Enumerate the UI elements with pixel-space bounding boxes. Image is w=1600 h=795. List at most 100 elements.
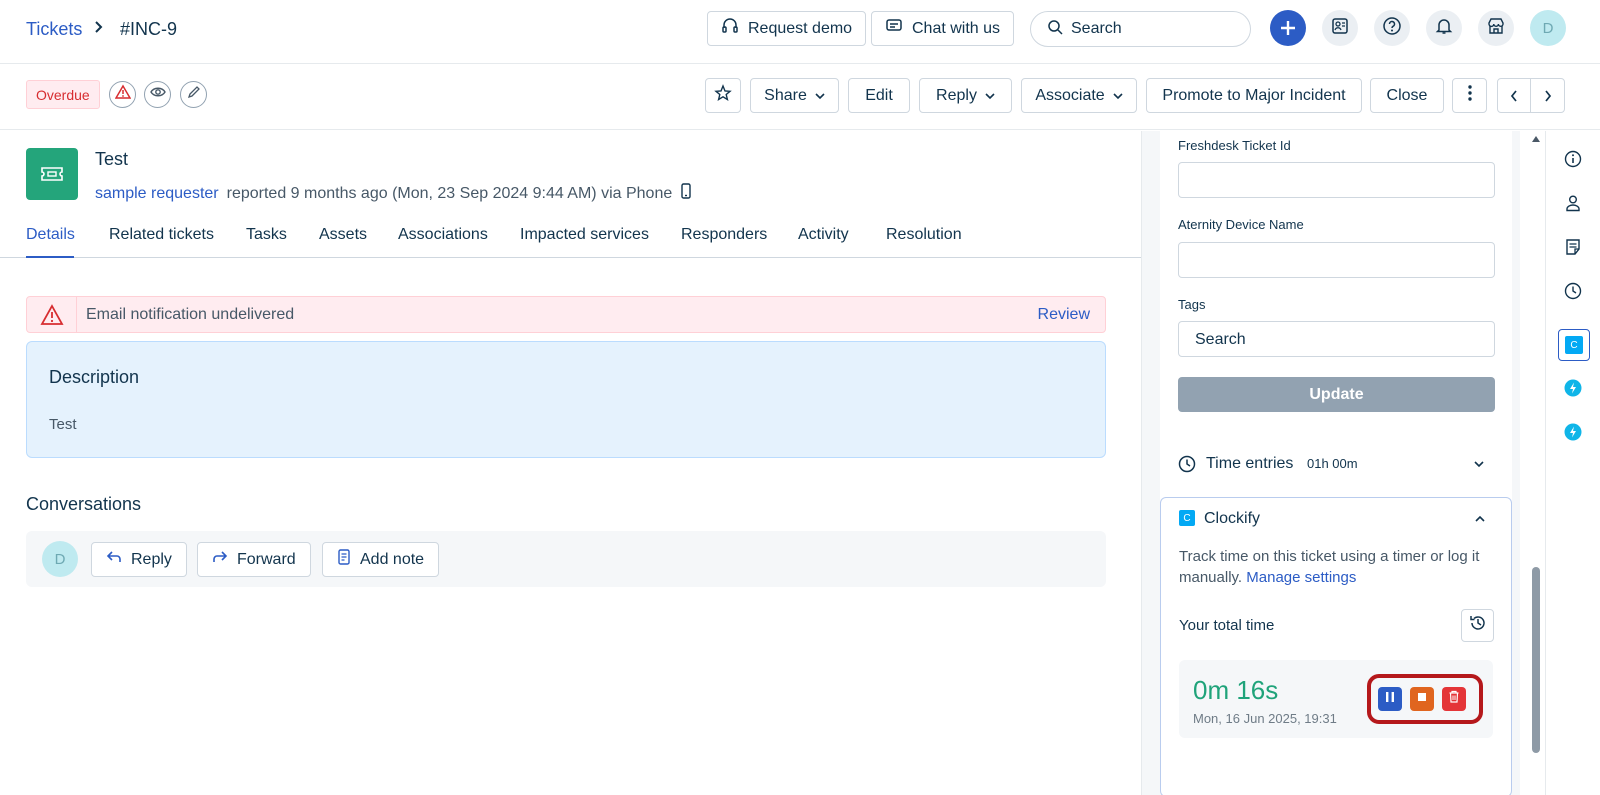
- rail-notes-button[interactable]: [1560, 236, 1586, 262]
- trash-icon: [1448, 690, 1460, 708]
- alert-warning-icon: [27, 297, 77, 332]
- conversation-add-note-label: Add note: [360, 550, 425, 568]
- overdue-badge: Overdue: [26, 80, 100, 109]
- notepad-icon: [1564, 238, 1582, 261]
- id-card-icon: [1330, 16, 1350, 41]
- tab-related-tickets[interactable]: Related tickets: [109, 226, 214, 244]
- tab-associations[interactable]: Associations: [398, 226, 488, 244]
- aternity-device-name-input[interactable]: [1178, 242, 1495, 278]
- properties-scrollbar[interactable]: [1527, 131, 1545, 795]
- history-clock-icon: [1468, 613, 1488, 638]
- description-title: Description: [49, 367, 140, 387]
- requester-link[interactable]: sample requester: [95, 185, 219, 203]
- previous-ticket-button[interactable]: [1498, 79, 1532, 112]
- manage-settings-link[interactable]: Manage settings: [1246, 569, 1356, 586]
- chevron-down-icon: [985, 87, 995, 105]
- tags-search-input[interactable]: Search: [1178, 321, 1495, 357]
- breadcrumb-chevron-icon: [94, 18, 104, 39]
- pencil-icon: [187, 85, 201, 104]
- time-entries-total: 01h 00m: [1307, 456, 1358, 471]
- time-entries-card[interactable]: Time entries 01h 00m: [1160, 440, 1512, 487]
- ticket-type-icon: [26, 148, 78, 200]
- reply-arrow-icon: [106, 550, 122, 569]
- scroll-up-arrow-icon: [1532, 136, 1540, 142]
- conversations-title: Conversations: [26, 494, 142, 514]
- eye-icon: [149, 84, 166, 105]
- pause-timer-button[interactable]: [1378, 687, 1402, 711]
- chevron-left-icon: [1510, 89, 1517, 102]
- tab-impacted-services[interactable]: Impacted services: [520, 226, 649, 244]
- edit-pencil-button[interactable]: [180, 81, 207, 108]
- chat-with-us-label: Chat with us: [912, 19, 1001, 37]
- total-time-label: Your total time: [1179, 617, 1275, 634]
- stop-icon: [1416, 690, 1428, 708]
- global-search-input[interactable]: Search: [1030, 11, 1251, 47]
- share-dropdown-button[interactable]: Share: [750, 78, 839, 113]
- user-avatar[interactable]: D: [1530, 10, 1566, 46]
- alert-review-link[interactable]: Review: [1038, 306, 1090, 324]
- notifications-button[interactable]: [1426, 10, 1462, 46]
- edit-label: Edit: [865, 86, 893, 104]
- watch-button[interactable]: [144, 81, 171, 108]
- person-icon: [1564, 194, 1582, 217]
- breadcrumb-current: #INC-9: [120, 19, 178, 39]
- rail-info-button[interactable]: [1560, 148, 1586, 174]
- tab-responders[interactable]: Responders: [681, 226, 767, 244]
- chevron-right-icon: [1544, 89, 1551, 102]
- conversation-add-note-button[interactable]: Add note: [322, 542, 440, 577]
- scroll-thumb[interactable]: [1532, 567, 1540, 753]
- freshdesk-ticket-id-input[interactable]: [1178, 162, 1495, 198]
- share-label: Share: [764, 86, 807, 104]
- tab-details[interactable]: Details: [26, 226, 75, 244]
- close-ticket-button[interactable]: Close: [1370, 78, 1444, 113]
- rail-clockify-button[interactable]: C: [1558, 329, 1590, 361]
- freshdesk-ticket-id-label: Freshdesk Ticket Id: [1178, 138, 1291, 153]
- more-actions-button[interactable]: [1452, 78, 1487, 113]
- reply-dropdown-button[interactable]: Reply: [919, 78, 1012, 113]
- tab-assets[interactable]: Assets: [319, 226, 367, 244]
- tab-resolution[interactable]: Resolution: [886, 226, 962, 244]
- favorite-button[interactable]: [705, 78, 741, 113]
- rail-time-button[interactable]: [1560, 280, 1586, 306]
- conversation-actions-bar: D Reply Forward Add note: [26, 531, 1106, 587]
- update-button[interactable]: Update: [1178, 377, 1495, 412]
- conversation-forward-button[interactable]: Forward: [197, 542, 311, 577]
- tab-tasks[interactable]: Tasks: [246, 226, 287, 244]
- bell-icon: [1434, 16, 1454, 41]
- help-button[interactable]: [1374, 10, 1410, 46]
- request-demo-label: Request demo: [748, 19, 853, 37]
- marketplace-button[interactable]: [1478, 10, 1514, 46]
- conversation-reply-label: Reply: [131, 550, 172, 568]
- pause-icon: [1384, 690, 1396, 708]
- top-bar: Tickets #INC-9 Request demo Chat with us…: [0, 0, 1600, 64]
- associate-dropdown-button[interactable]: Associate: [1021, 78, 1137, 113]
- stop-timer-button[interactable]: [1410, 687, 1434, 711]
- rail-app-one-button[interactable]: [1560, 377, 1586, 403]
- priority-warning-button[interactable]: [109, 81, 136, 108]
- breadcrumb-tickets-link[interactable]: Tickets: [26, 19, 82, 40]
- chevron-up-icon[interactable]: [1474, 511, 1486, 529]
- warning-triangle-icon: [114, 84, 131, 105]
- promote-major-incident-button[interactable]: Promote to Major Incident: [1146, 78, 1362, 113]
- time-history-button[interactable]: [1461, 609, 1494, 642]
- ticket-pager: [1497, 78, 1565, 113]
- rail-requester-button[interactable]: [1560, 192, 1586, 218]
- chevron-down-icon[interactable]: [1473, 456, 1485, 474]
- delete-timer-button[interactable]: [1442, 687, 1466, 711]
- contacts-card-button[interactable]: [1322, 10, 1358, 46]
- tab-activity[interactable]: Activity: [798, 226, 849, 244]
- clockify-description: Track time on this ticket using a timer …: [1179, 546, 1497, 588]
- active-tab-indicator: [26, 256, 74, 258]
- chat-with-us-button[interactable]: Chat with us: [871, 11, 1015, 46]
- request-demo-button[interactable]: Request demo: [707, 11, 867, 46]
- headset-icon: [721, 17, 739, 40]
- edit-button[interactable]: Edit: [848, 78, 910, 113]
- new-item-plus-button[interactable]: [1270, 10, 1306, 46]
- rail-app-two-button[interactable]: [1560, 421, 1586, 447]
- conversation-forward-label: Forward: [237, 550, 296, 568]
- description-card: Description Test: [26, 341, 1106, 458]
- clockify-card: C Clockify Track time on this ticket usi…: [1160, 497, 1512, 795]
- next-ticket-button[interactable]: [1531, 79, 1564, 112]
- conversation-reply-button[interactable]: Reply: [91, 542, 187, 577]
- store-icon: [1486, 16, 1506, 41]
